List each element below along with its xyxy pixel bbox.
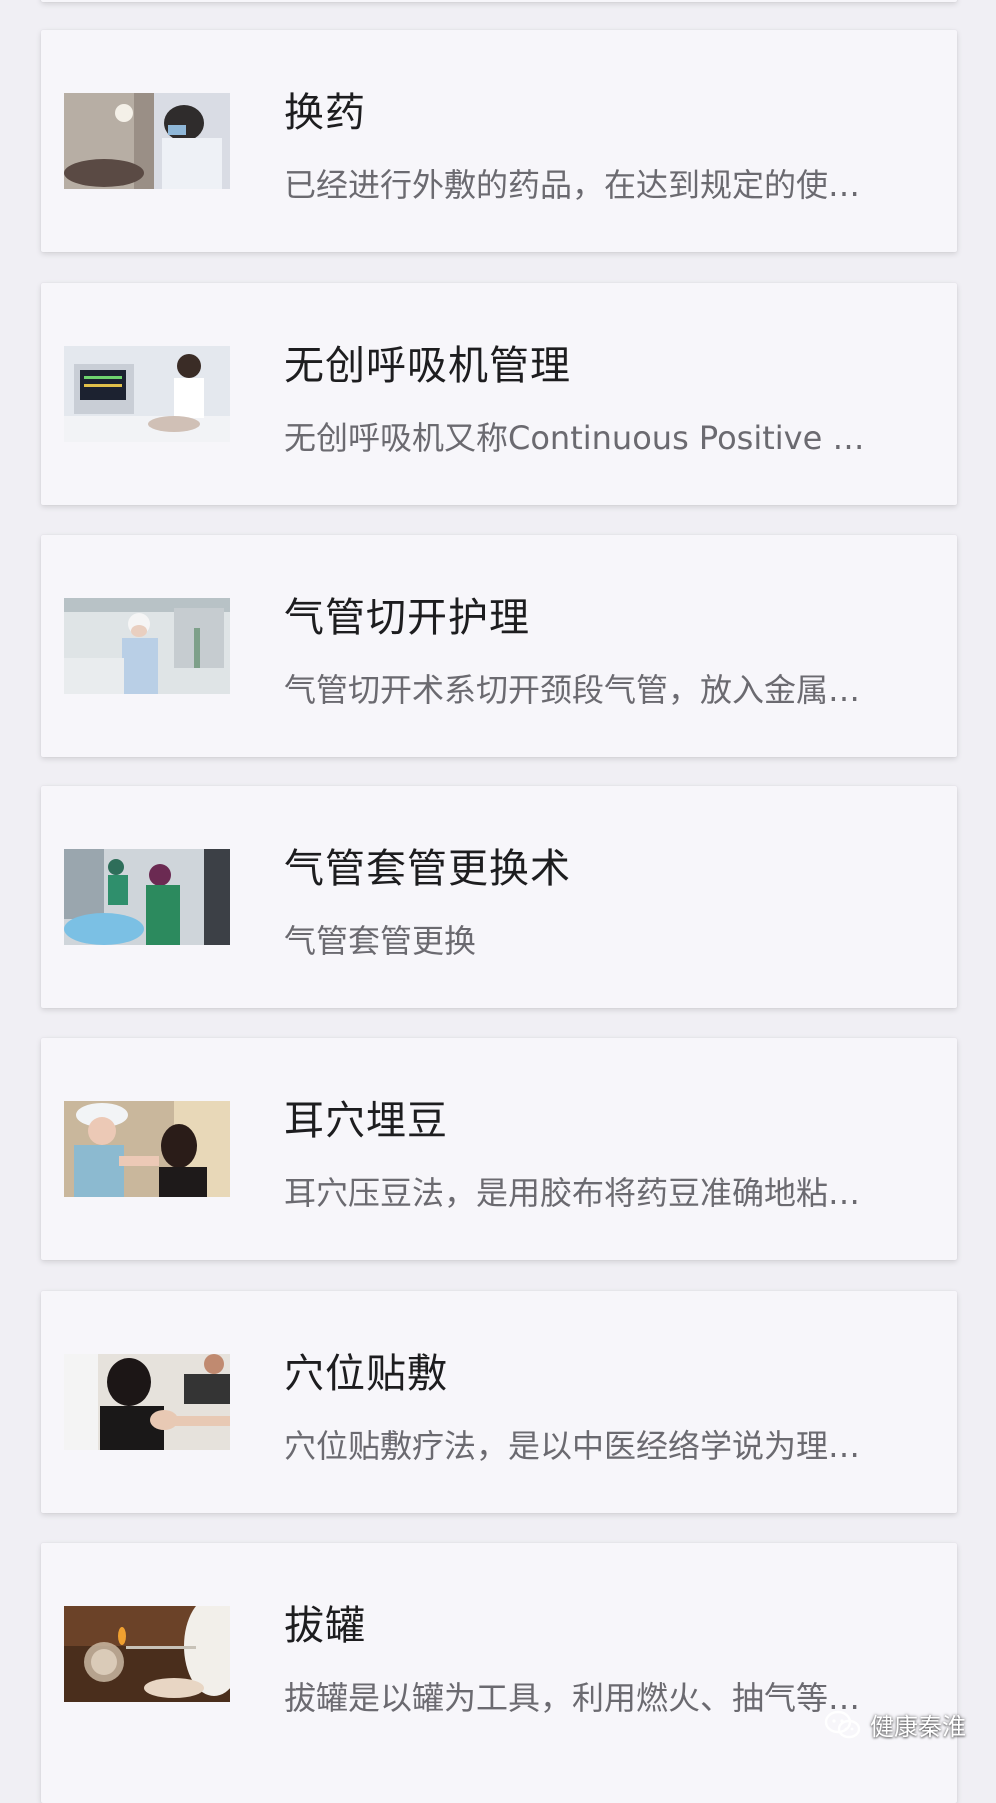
item-description: 已经进行外敷的药品，在达到规定的使…: [284, 166, 861, 204]
list-item-acupoint-application[interactable]: 穴位贴敷 穴位贴敷疗法，是以中医经络学说为理…: [41, 1291, 957, 1513]
list-item-tracheal-tube-replacement[interactable]: 气管套管更换术 气管套管更换: [41, 786, 957, 1008]
list-item-ear-acupoint[interactable]: 耳穴埋豆 耳穴压豆法，是用胶布将药豆准确地粘…: [41, 1038, 957, 1260]
item-description: 穴位贴敷疗法，是以中医经络学说为理…: [284, 1427, 861, 1465]
watermark-text: 健康秦淮: [870, 1713, 966, 1741]
previous-card-edge[interactable]: [41, 0, 957, 2]
item-title: 无创呼吸机管理: [284, 343, 571, 389]
item-title: 气管切开护理: [284, 595, 530, 641]
item-title: 拔罐: [284, 1603, 366, 1649]
list-item-ventilator[interactable]: 无创呼吸机管理 无创呼吸机又称Continuous Positive …: [41, 283, 957, 505]
list-item-cupping[interactable]: 拔罐 拔罐是以罐为工具，利用燃火、抽气等…: [41, 1543, 957, 1803]
thumbnail-tracheal-tube-replacement: [64, 849, 230, 945]
thumbnail-ventilator: [64, 346, 230, 442]
list-item-dressing-change[interactable]: 换药 已经进行外敷的药品，在达到规定的使…: [41, 30, 957, 252]
item-title: 换药: [284, 90, 366, 136]
thumbnail-tracheotomy-care: [64, 598, 230, 694]
item-description: 气管切开术系切开颈段气管，放入金属…: [284, 671, 861, 709]
watermark: 健康秦淮: [824, 1707, 966, 1742]
thumbnail-cupping: [64, 1606, 230, 1702]
list-item-tracheotomy-care[interactable]: 气管切开护理 气管切开术系切开颈段气管，放入金属…: [41, 535, 957, 757]
item-description: 无创呼吸机又称Continuous Positive …: [284, 419, 865, 457]
wechat-icon: [824, 1710, 862, 1740]
item-title: 穴位贴敷: [284, 1351, 448, 1397]
thumbnail-dressing-change: [64, 93, 230, 189]
item-title: 气管套管更换术: [284, 846, 571, 892]
item-description: 耳穴压豆法，是用胶布将药豆准确地粘…: [284, 1174, 861, 1212]
thumbnail-ear-acupoint: [64, 1101, 230, 1197]
thumbnail-acupoint-application: [64, 1354, 230, 1450]
item-title: 耳穴埋豆: [284, 1098, 448, 1144]
item-description: 气管套管更换: [284, 922, 477, 960]
